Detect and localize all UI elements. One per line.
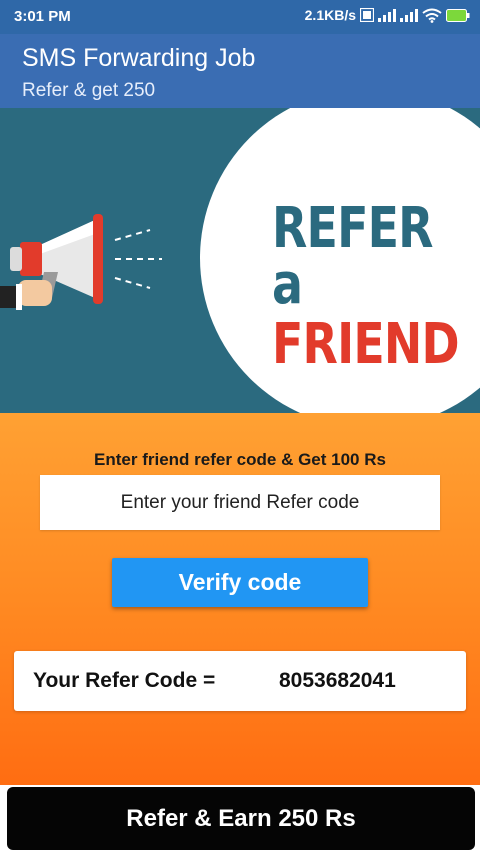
banner-line-1: REFER a [272, 196, 434, 317]
page-title: SMS Forwarding Job [22, 44, 256, 72]
refer-banner: REFER a FRIEND [0, 108, 480, 413]
signal-icon [400, 8, 418, 22]
page-subtitle: Refer & get 250 [22, 80, 156, 101]
refer-code-heading: Enter friend refer code & Get 100 Rs [94, 450, 386, 469]
status-icons: 2.1KB/s [305, 7, 470, 23]
status-time: 3:01 PM [14, 8, 71, 25]
battery-icon [446, 8, 470, 22]
status-bar: 3:01 PM 2.1KB/s [0, 0, 480, 34]
hd-volte-icon [360, 8, 374, 22]
banner-headline: REFER a FRIEND [272, 196, 460, 377]
app-bar: SMS Forwarding Job Refer & get 250 [0, 34, 480, 108]
signal-icon [378, 8, 396, 22]
refer-form-section: Enter friend refer code & Get 100 Rs Ver… [0, 413, 480, 785]
wifi-icon [422, 8, 442, 23]
megaphone-icon [0, 214, 103, 310]
refer-code-label: Your Refer Code = [33, 669, 216, 692]
refer-and-earn-button[interactable]: Refer & Earn 250 Rs [7, 787, 475, 850]
banner-line-2: FRIEND [272, 312, 460, 377]
friend-refer-code-input[interactable] [40, 475, 440, 530]
your-refer-code-box: Your Refer Code = 8053682041 [14, 651, 466, 711]
verify-code-button[interactable]: Verify code [112, 558, 368, 607]
refer-code-value: 8053682041 [279, 669, 396, 692]
network-speed: 2.1KB/s [304, 7, 356, 23]
